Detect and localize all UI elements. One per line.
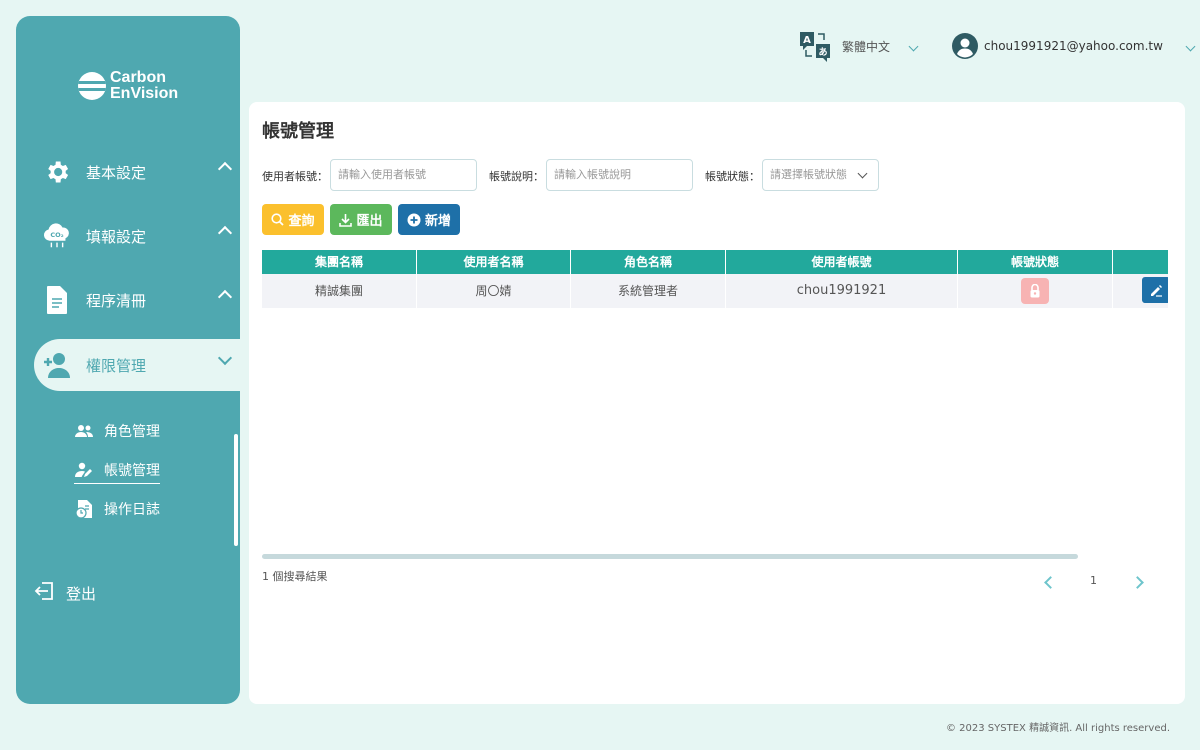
sidebar-item-permissions[interactable]: 權限管理 xyxy=(34,339,240,391)
sidebar-item-process-list[interactable]: 程序清冊 xyxy=(16,274,240,326)
cell-actions xyxy=(1113,274,1168,308)
add-button[interactable]: 新增 xyxy=(398,204,460,235)
chevron-down-icon xyxy=(908,41,919,51)
sidebar-item-label: 填報設定 xyxy=(86,227,147,246)
chevron-down-icon xyxy=(857,168,868,179)
cell-status xyxy=(958,274,1113,308)
cell-role-name: 系統管理者 xyxy=(571,274,726,308)
brand-line1: Carbon xyxy=(110,69,166,86)
sidebar-subitem-role-management[interactable]: 角色管理 xyxy=(74,417,160,445)
brand-line2: EnVision xyxy=(110,85,179,102)
cell-account: chou1991921 xyxy=(726,274,958,308)
result-count: 1 個搜尋結果 xyxy=(262,570,328,583)
add-label: 新增 xyxy=(424,214,451,229)
plus-circle-icon xyxy=(407,213,421,227)
header-role-name: 角色名稱 xyxy=(571,250,726,274)
header-status: 帳號狀態 xyxy=(958,250,1113,274)
export-label: 匯出 xyxy=(356,214,383,229)
translate-icon: Aあ xyxy=(798,30,832,62)
sidebar-subitem-account-management[interactable]: 帳號管理 xyxy=(74,456,160,484)
svg-text:CO₂: CO₂ xyxy=(50,231,63,239)
logo: Carbon EnVision xyxy=(78,70,178,102)
subitem-label: 操作日誌 xyxy=(104,502,160,518)
next-page-icon[interactable] xyxy=(1131,576,1144,589)
account-filter-label: 使用者帳號： xyxy=(262,170,328,183)
chevron-down-icon xyxy=(1185,41,1196,51)
brand-name: Carbon EnVision xyxy=(110,70,178,102)
carbon-logo-icon xyxy=(78,72,106,100)
table-horizontal-scrollbar[interactable] xyxy=(262,554,1078,559)
table-header: 集團名稱 使用者名稱 角色名稱 使用者帳號 帳號狀態 xyxy=(262,250,1168,274)
header-actions xyxy=(1113,250,1168,274)
subitem-label: 角色管理 xyxy=(104,424,160,440)
header-account: 使用者帳號 xyxy=(726,250,958,274)
footer-copyright: © 2023 SYSTEX 精誠資訊. All rights reserved. xyxy=(946,723,1170,734)
table-row: 精誠集團 周〇婧 系統管理者 chou1991921 xyxy=(262,274,1168,308)
sidebar-item-label: 基本設定 xyxy=(86,163,147,182)
sidebar-item-report-settings[interactable]: CO₂ 填報設定 xyxy=(16,210,240,262)
export-button[interactable]: 匯出 xyxy=(330,204,392,235)
edit-button[interactable] xyxy=(1142,277,1168,303)
main-card: 帳號管理 使用者帳號： 請輸入使用者帳號 帳號說明： 請輸入帳號說明 帳號狀態：… xyxy=(249,102,1185,704)
page-title: 帳號管理 xyxy=(262,121,334,142)
svg-text:A: A xyxy=(803,35,811,46)
sidebar-item-label: 權限管理 xyxy=(86,356,147,375)
header-user-name: 使用者名稱 xyxy=(417,250,571,274)
description-filter-label: 帳號說明： xyxy=(489,170,544,183)
sidebar: Carbon EnVision 基本設定 CO₂ 填報設定 程序清冊 權限管理 xyxy=(16,16,240,704)
lock-icon[interactable] xyxy=(1021,278,1049,304)
prev-page-icon[interactable] xyxy=(1044,576,1057,589)
chevron-down-icon xyxy=(217,350,233,366)
sidebar-item-label: 程序清冊 xyxy=(86,291,147,310)
accounts-table: 集團名稱 使用者名稱 角色名稱 使用者帳號 帳號狀態 精誠集團 周〇婧 系統管理… xyxy=(262,250,1168,310)
download-icon xyxy=(339,213,353,227)
chevron-up-icon xyxy=(217,289,233,305)
language-label: 繁體中文 xyxy=(842,39,891,54)
logout-icon xyxy=(34,582,54,604)
description-input[interactable]: 請輸入帳號說明 xyxy=(546,159,693,191)
language-selector[interactable]: Aあ 繁體中文 xyxy=(798,30,919,62)
co2-cloud-icon: CO₂ xyxy=(42,221,72,251)
cell-user-name: 周〇婧 xyxy=(417,274,571,308)
user-edit-icon xyxy=(74,462,94,478)
users-icon xyxy=(74,424,94,438)
chevron-up-icon xyxy=(217,225,233,241)
sidebar-scrollbar[interactable] xyxy=(234,434,238,546)
log-icon xyxy=(74,499,94,519)
account-input[interactable]: 請輸入使用者帳號 xyxy=(330,159,477,191)
sidebar-subitem-operation-log[interactable]: 操作日誌 xyxy=(74,495,160,523)
logout-label: 登出 xyxy=(66,584,97,603)
header-group-name: 集團名稱 xyxy=(262,250,417,274)
query-label: 查詢 xyxy=(288,214,315,229)
pencil-icon xyxy=(1150,284,1162,297)
sidebar-item-basic-settings[interactable]: 基本設定 xyxy=(16,146,240,198)
subitem-label: 帳號管理 xyxy=(104,463,160,479)
logout-button[interactable]: 登出 xyxy=(34,582,96,604)
search-icon xyxy=(271,213,285,226)
cell-group-name: 精誠集團 xyxy=(262,274,417,308)
status-select[interactable]: 請選擇帳號狀態 xyxy=(762,159,879,191)
gear-icon xyxy=(42,157,72,187)
user-email: chou1991921@yahoo.com.tw xyxy=(984,39,1163,53)
user-menu[interactable]: chou1991921@yahoo.com.tw xyxy=(952,33,1196,59)
query-button[interactable]: 查詢 xyxy=(262,204,324,235)
user-avatar-icon xyxy=(952,33,978,59)
current-page[interactable]: 1 xyxy=(1090,574,1097,587)
document-icon xyxy=(42,285,72,315)
chevron-up-icon xyxy=(217,161,233,177)
status-select-value: 請選擇帳號狀態 xyxy=(770,168,847,181)
add-user-icon xyxy=(42,350,72,380)
status-filter-label: 帳號狀態： xyxy=(705,170,760,183)
svg-text:あ: あ xyxy=(818,47,827,58)
